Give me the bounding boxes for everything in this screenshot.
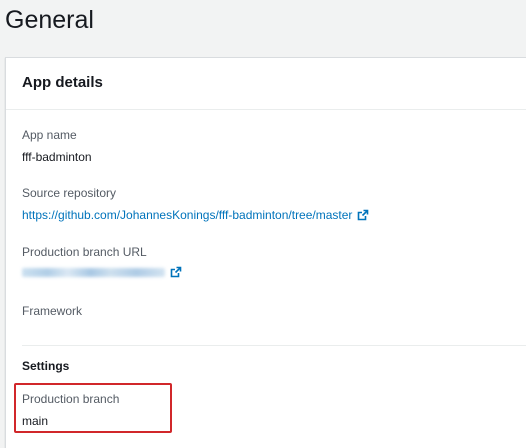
panel-header: App details: [6, 58, 526, 110]
section-divider: [22, 345, 526, 346]
framework-label: Framework: [22, 304, 83, 318]
app-name-value: fff-badminton: [22, 150, 92, 164]
page-title: General: [5, 6, 94, 34]
production-branch-url-link[interactable]: [22, 266, 182, 278]
production-branch-value: main: [22, 414, 49, 428]
settings-heading: Settings: [22, 359, 70, 373]
production-branch-label: Production branch: [22, 392, 120, 406]
external-link-icon[interactable]: [357, 209, 369, 221]
panel-title: App details: [22, 74, 103, 91]
redacted-url[interactable]: [22, 267, 165, 277]
external-link-icon[interactable]: [170, 266, 182, 278]
source-repository-label: Source repository: [22, 186, 117, 200]
production-branch-url-label: Production branch URL: [22, 245, 147, 259]
app-details-panel: App details App name fff-badminton Sourc…: [5, 57, 526, 448]
source-repository-url[interactable]: https://github.com/JohannesKonings/fff-b…: [22, 207, 352, 223]
app-name-label: App name: [22, 128, 77, 142]
source-repository-link[interactable]: https://github.com/JohannesKonings/fff-b…: [22, 207, 369, 223]
